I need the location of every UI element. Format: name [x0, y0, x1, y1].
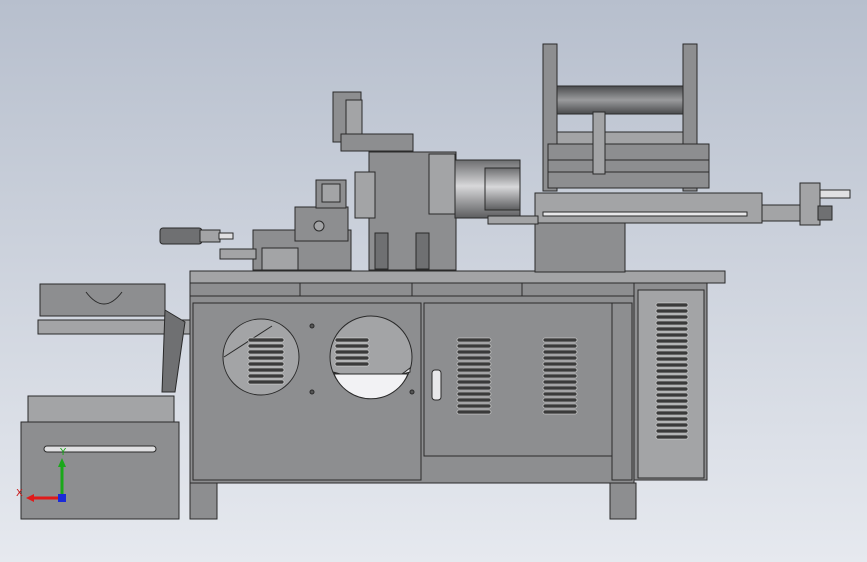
- door-vent-slat: [542, 361, 578, 367]
- door-vent-slat: [456, 337, 492, 343]
- side-tray: [39, 283, 166, 317]
- cabinet-vent-slat: [655, 398, 689, 404]
- machine-table-top: [189, 270, 726, 284]
- cabinet-vent-slat: [655, 410, 689, 416]
- window-vent-slat: [247, 367, 285, 373]
- window-vent-slat: [247, 373, 285, 379]
- cad-drawing: X Y: [0, 0, 867, 562]
- door-vent-slat: [456, 391, 492, 397]
- door-vent-slat: [542, 379, 578, 385]
- door-vent-slat: [456, 367, 492, 373]
- cabinet-vent-slat: [655, 326, 689, 332]
- cabinet-vent-slat: [655, 302, 689, 308]
- left-cylinder: [159, 227, 203, 245]
- window-vent-slat: [247, 337, 285, 343]
- door-vent-slat: [456, 361, 492, 367]
- window-vent-slat: [247, 379, 285, 385]
- door-vent-slat: [542, 385, 578, 391]
- door-vent-slat: [542, 391, 578, 397]
- cabinet-vent-slat: [655, 332, 689, 338]
- cabinet-vent-slat: [655, 314, 689, 320]
- cad-viewport[interactable]: X Y: [0, 0, 867, 562]
- window-vent-slat: [334, 343, 370, 349]
- window-vent-slat: [334, 355, 370, 361]
- window-vent-slat: [334, 337, 370, 343]
- door-vent-slat: [542, 343, 578, 349]
- door-vent-slat: [456, 397, 492, 403]
- cabinet-vent-slat: [655, 374, 689, 380]
- door-vent-slat: [542, 403, 578, 409]
- left-leg: [189, 482, 218, 520]
- door-vent-slat: [456, 343, 492, 349]
- spindle-housing: [354, 171, 376, 219]
- door-vent-slat: [456, 355, 492, 361]
- window-vent-slat: [247, 355, 285, 361]
- feed-roller: [556, 85, 684, 115]
- right-leg: [609, 482, 637, 520]
- cabinet-vent-slat: [655, 404, 689, 410]
- cabinet-vent-slat: [655, 362, 689, 368]
- door-vent-slat: [542, 337, 578, 343]
- door-vent-slat: [542, 367, 578, 373]
- door-vent-slat: [456, 379, 492, 385]
- cabinet-vent-slat: [655, 350, 689, 356]
- cabinet-vent-slat: [655, 344, 689, 350]
- window-vent-slat: [334, 361, 370, 367]
- cabinet-vent-slat: [655, 368, 689, 374]
- door-vent-slat: [456, 373, 492, 379]
- x-axis-label: X: [16, 488, 23, 499]
- door-handle[interactable]: [431, 369, 442, 401]
- cabinet-vent-slat: [655, 416, 689, 422]
- door-vent-slat: [542, 355, 578, 361]
- cabinet-vent-slat: [655, 338, 689, 344]
- tailstock-base: [534, 221, 626, 273]
- slide-rail: [534, 192, 763, 224]
- cabinet-vent-slat: [655, 386, 689, 392]
- cabinet-vent-slat: [655, 428, 689, 434]
- cabinet-vent-slat: [655, 380, 689, 386]
- cabinet-vent-slat: [655, 422, 689, 428]
- door-vent-slat: [542, 397, 578, 403]
- cabinet-vent-slat: [655, 434, 689, 440]
- window-vent-slat: [247, 349, 285, 355]
- cabinet-right-strip: [611, 302, 633, 481]
- cabinet-vent-slat: [655, 320, 689, 326]
- window-vent-slat: [247, 361, 285, 367]
- door-vent-slat: [456, 403, 492, 409]
- cabinet-vent-slat: [655, 356, 689, 362]
- y-axis-label: Y: [59, 447, 67, 458]
- door-vent-slat: [456, 409, 492, 415]
- door-vent-slat: [542, 409, 578, 415]
- door-vent-slat: [456, 385, 492, 391]
- door-vent-slat: [542, 373, 578, 379]
- cabinet-door: [423, 302, 613, 457]
- window-vent-slat: [334, 349, 370, 355]
- chip-bin: [20, 421, 180, 520]
- cabinet-vent-slat: [655, 392, 689, 398]
- cabinet-vent-slat: [655, 308, 689, 314]
- door-vent-slat: [542, 349, 578, 355]
- z-axis-arrow: [58, 494, 66, 502]
- window-vent-slat: [247, 343, 285, 349]
- door-vent-slat: [456, 349, 492, 355]
